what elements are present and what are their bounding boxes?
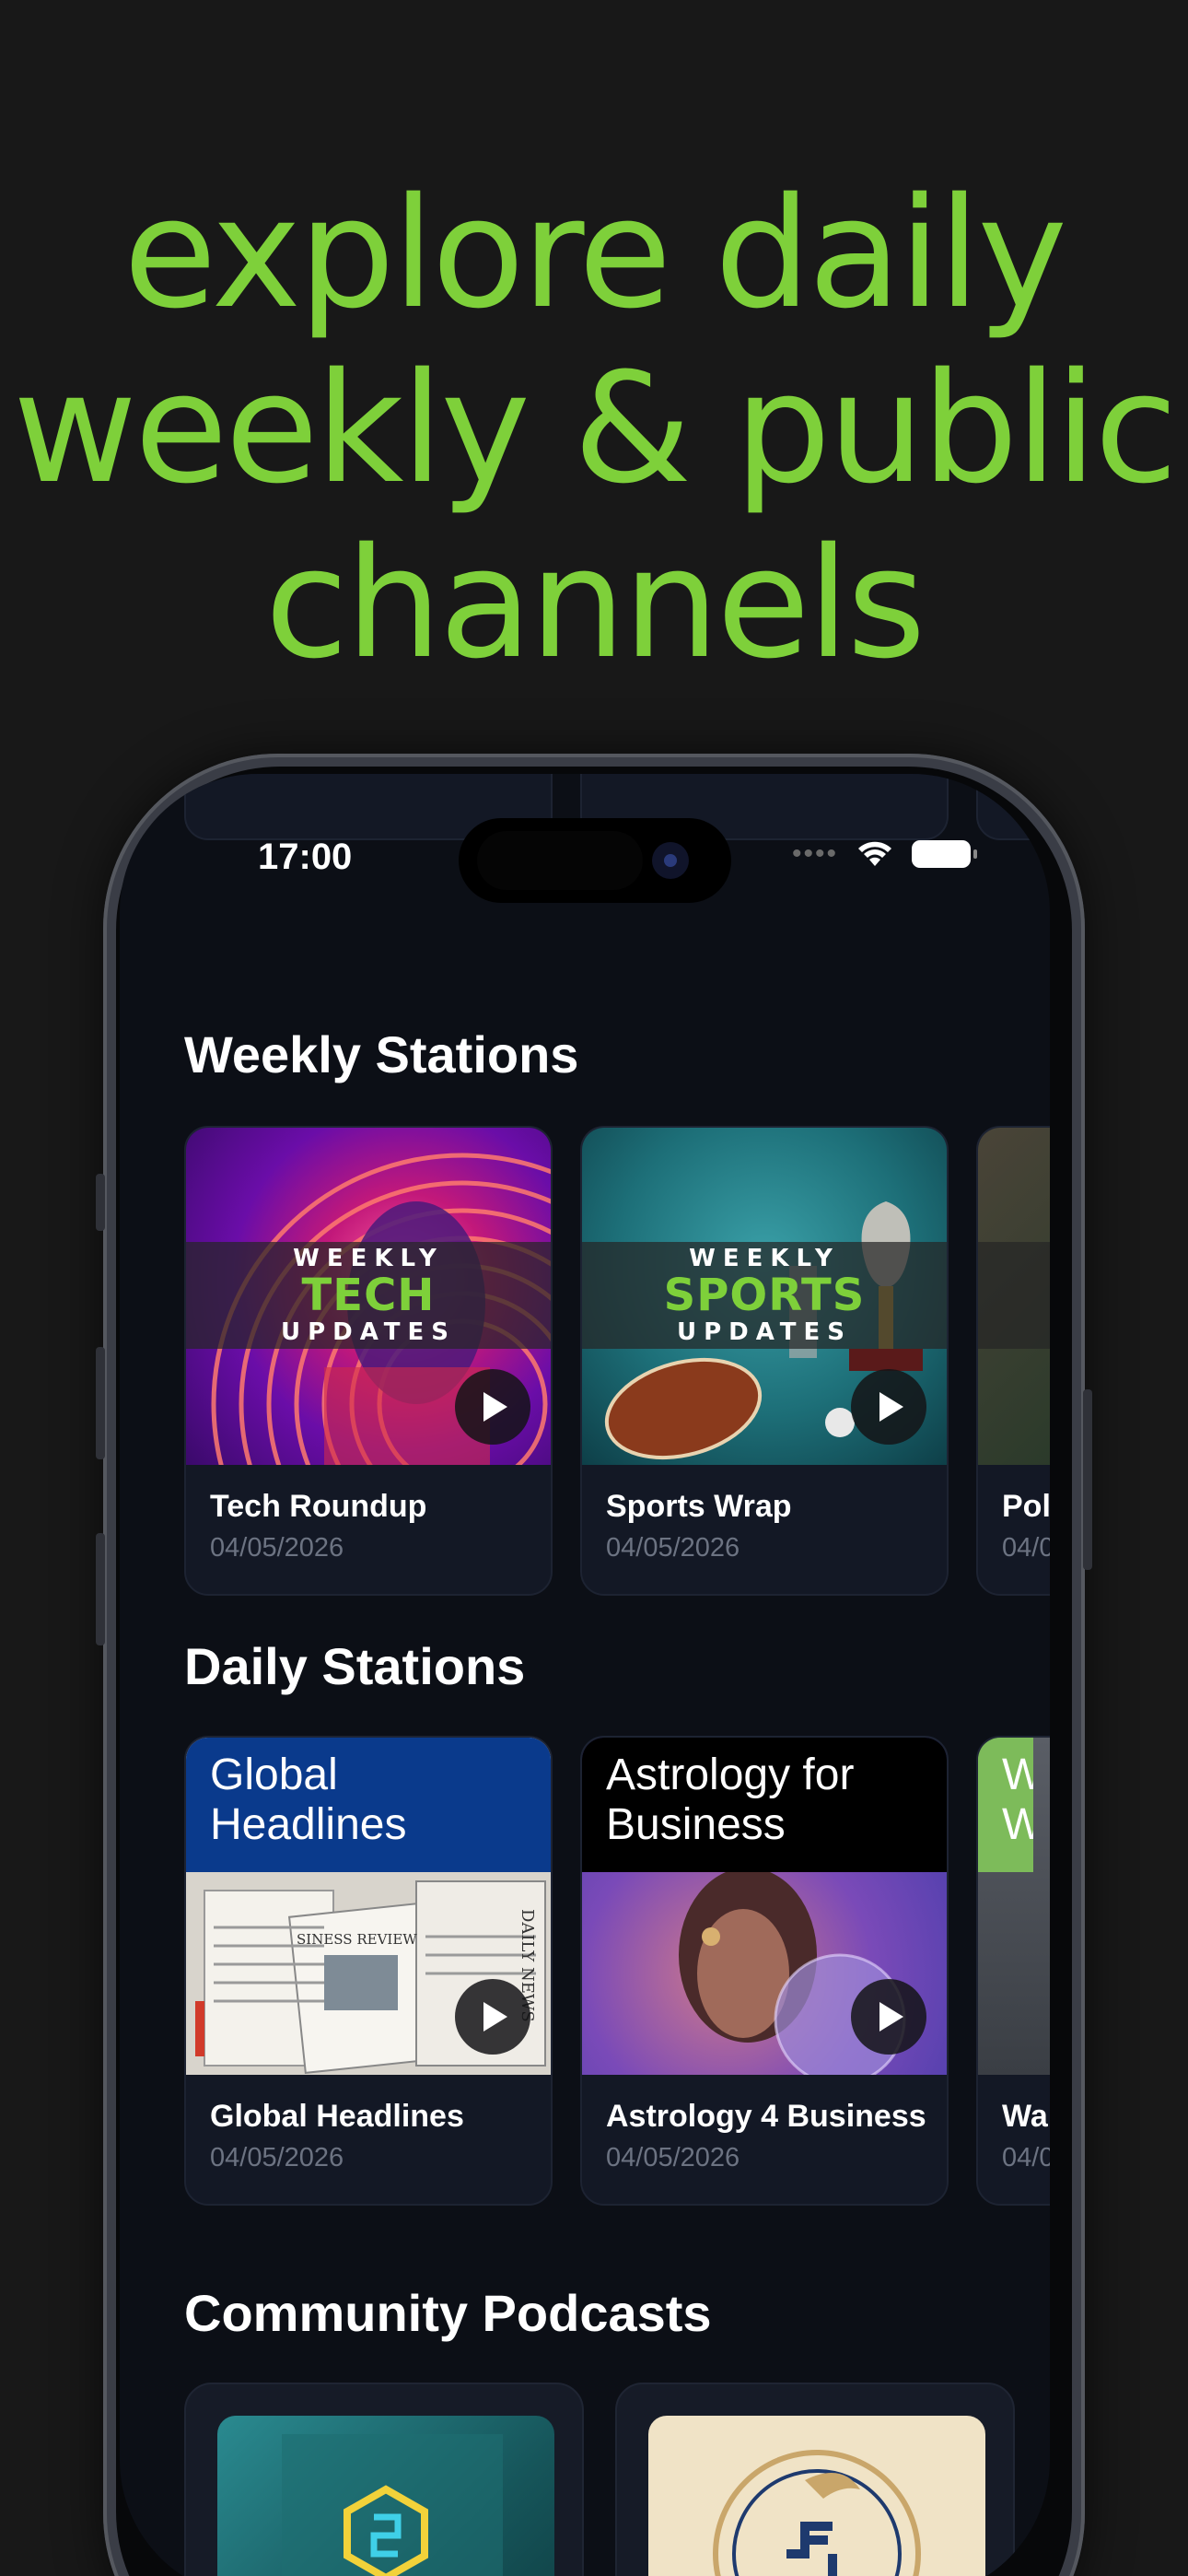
- band-weekly-label: WEEKLY: [689, 1245, 840, 1272]
- phone-volume-down-button: [96, 1533, 105, 1645]
- geometric-emblem-icon: [282, 2434, 503, 2576]
- app-screen: 08/0 Weekly Stations WEEKLY TECH UPDATES…: [120, 774, 1050, 2576]
- weekly-card-sports[interactable]: WEEKLY SPORTS UPDATES Sports Wrap 04/05/…: [580, 1126, 949, 1596]
- front-camera-icon: [652, 842, 689, 879]
- island-sensor: [477, 831, 643, 890]
- play-button-icon[interactable]: [455, 1369, 530, 1445]
- section-title-daily: Daily Stations: [184, 1637, 526, 1695]
- tech-thumbnail: WEEKLY TECH UPDATES: [186, 1128, 551, 1465]
- card-date: 04/05/2026: [210, 2143, 344, 2172]
- newspaper-text-1: SINESS REVIEW: [297, 1931, 417, 1948]
- card-date: 04/05/2026: [210, 1533, 344, 1563]
- card-title: Tech Roundup: [210, 1489, 427, 1524]
- global-headlines-thumbnail: Global Headlines SINESS REVIEW DAILY NEW…: [186, 1738, 551, 2075]
- card-title: Astrology 4 Business: [606, 2099, 926, 2134]
- card-header-label: Wa Wr: [978, 1738, 1033, 1872]
- band-sports-label: SPORTS: [663, 1270, 866, 1321]
- community-podcast-card-2[interactable]: [615, 2383, 1015, 2576]
- weekly-card-tech[interactable]: WEEKLY TECH UPDATES Tech Roundup 04/05/2…: [184, 1126, 553, 1596]
- card-title: Global Headlines: [210, 2099, 464, 2134]
- phone-volume-up-button: [96, 1347, 105, 1459]
- card-date: 04/0: [1002, 1533, 1050, 1563]
- section-title-community: Community Podcasts: [184, 2284, 712, 2342]
- daily-card-astrology[interactable]: Astrology for Business Astrology 4 Busin…: [580, 1736, 949, 2206]
- marketing-headline: explore daily weekly & public channels: [0, 166, 1188, 691]
- phone-power-button: [1083, 1389, 1092, 1570]
- status-bar: 17:00 ••••: [120, 774, 1050, 921]
- dynamic-island: [459, 818, 731, 903]
- play-button-icon[interactable]: [455, 1979, 530, 2055]
- card-header-label: Astrology for Business: [582, 1738, 947, 1872]
- card-date: 04/05/2026: [606, 2143, 740, 2172]
- tech-title-band: WEEKLY TECH UPDATES: [186, 1242, 551, 1349]
- headline-line-1: explore daily: [122, 165, 1067, 342]
- card-header-label: Global Headlines: [186, 1738, 551, 1872]
- daily-card-global-headlines[interactable]: Global Headlines SINESS REVIEW DAILY NEW…: [184, 1736, 553, 2206]
- battery-icon: [912, 840, 977, 868]
- fb-emblem-icon: [648, 2416, 985, 2576]
- sports-thumbnail: WEEKLY SPORTS UPDATES: [582, 1128, 947, 1465]
- card-title: Poli: [1002, 1489, 1050, 1524]
- sports-title-band: WEEKLY SPORTS UPDATES: [582, 1242, 947, 1349]
- status-icons: ••••: [791, 838, 977, 870]
- wifi-icon: [858, 841, 891, 866]
- scroll-content[interactable]: 08/0 Weekly Stations WEEKLY TECH UPDATES…: [120, 774, 1050, 2576]
- cellular-dots-icon: ••••: [791, 838, 838, 869]
- community-podcast-card-1[interactable]: [184, 2383, 584, 2576]
- wall-thumbnail: Wa Wr: [978, 1738, 1050, 2075]
- card-date: 04/05/2026: [606, 1533, 740, 1563]
- astrology-thumbnail: Astrology for Business: [582, 1738, 947, 2075]
- weekly-card-politics[interactable]: Poli 04/0: [976, 1126, 1050, 1596]
- card-title: Wal: [1002, 2099, 1050, 2134]
- band-weekly-label: WEEKLY: [293, 1245, 444, 1272]
- band-updates-label: UPDATES: [280, 1318, 457, 1346]
- band-updates-label: UPDATES: [676, 1318, 853, 1346]
- status-time: 17:00: [258, 837, 353, 877]
- eagle-emblem-icon: [713, 2450, 921, 2576]
- headline-line-2: weekly & public: [12, 340, 1178, 517]
- play-button-icon[interactable]: [851, 1979, 926, 2055]
- play-button-icon[interactable]: [851, 1369, 926, 1445]
- teal-geometric-logo-icon: [217, 2416, 554, 2576]
- daily-card-wall[interactable]: Wa Wr Wal 04/0: [976, 1736, 1050, 2206]
- card-title: Sports Wrap: [606, 1489, 792, 1524]
- headline-line-3: channels: [264, 515, 926, 692]
- card-date: 04/0: [1002, 2143, 1050, 2172]
- phone-action-button: [96, 1174, 105, 1231]
- section-title-weekly: Weekly Stations: [184, 1025, 579, 1083]
- politics-thumbnail: [978, 1128, 1050, 1465]
- band-tech-label: TECH: [301, 1270, 436, 1321]
